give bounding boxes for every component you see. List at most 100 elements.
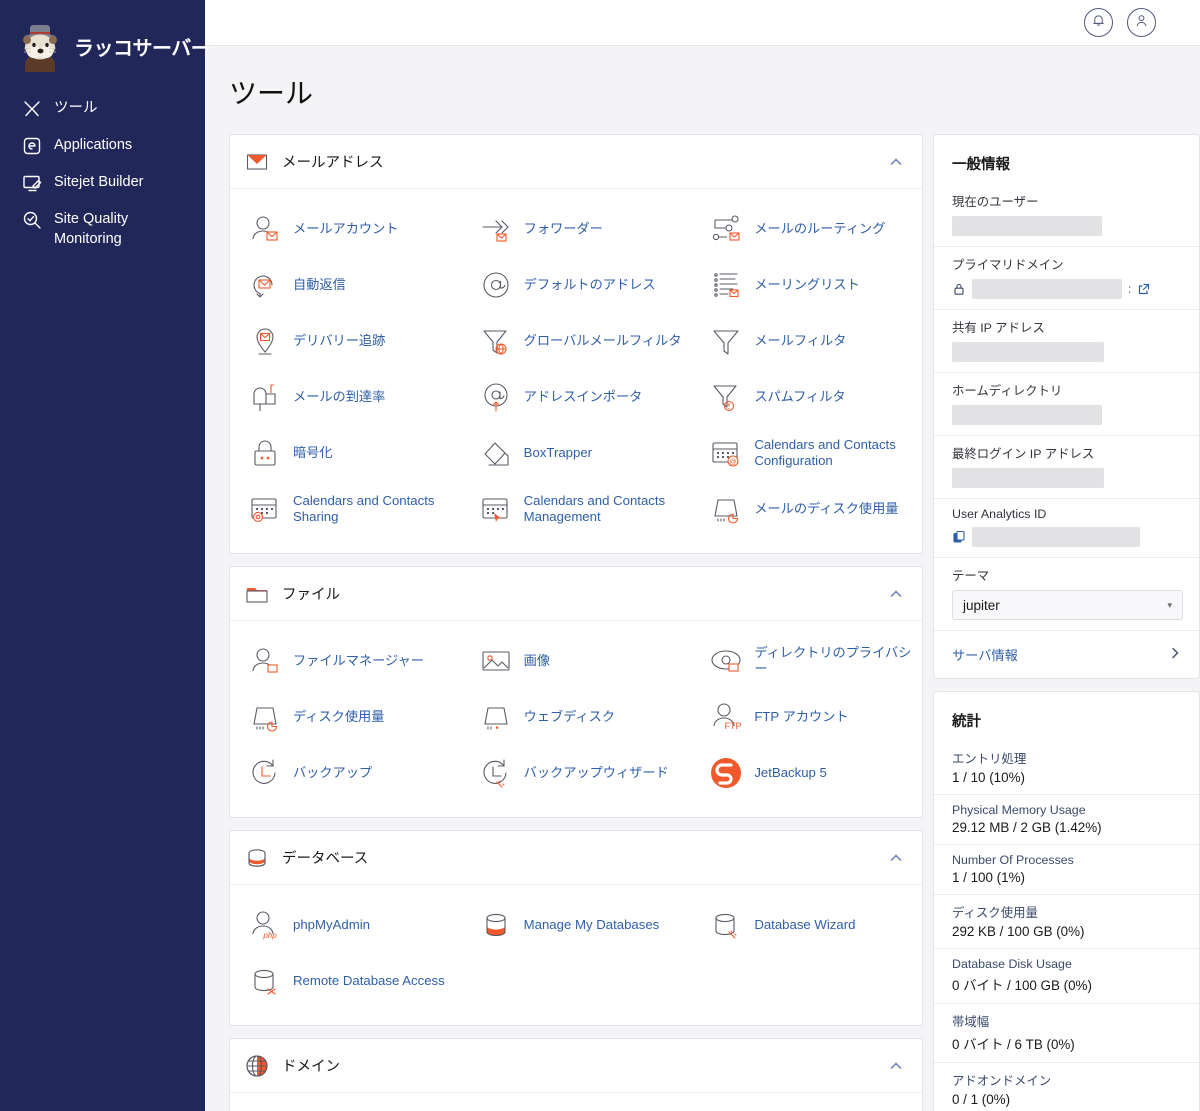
- backup-wizard-icon: [479, 756, 513, 790]
- ftp-accounts-icon: FTP: [709, 700, 743, 734]
- tile-label: バックアップウィザード: [523, 764, 669, 780]
- server-info-link[interactable]: サーバ情報: [934, 630, 1199, 678]
- forwarders-icon: [479, 212, 513, 246]
- tile-backup[interactable]: バックアップ: [230, 745, 461, 801]
- notifications-button[interactable]: [1084, 8, 1113, 37]
- tile-label: phpMyAdmin: [293, 916, 370, 932]
- tile-address-importer[interactable]: アドレスインポータ: [461, 369, 692, 425]
- stat-label: 帯域幅: [952, 1015, 990, 1029]
- tile-database-wizard[interactable]: Database Wizard: [691, 897, 922, 953]
- tile-images[interactable]: 画像: [461, 633, 692, 689]
- section-domains: ドメイン サイ: [229, 1038, 923, 1111]
- info-row-user-analytics-id: User Analytics ID: [934, 498, 1199, 557]
- tile-phpmyadmin[interactable]: php phpMyAdmin: [230, 897, 461, 953]
- tile-autoresponders[interactable]: 自動返信: [230, 257, 461, 313]
- section-title: メールアドレス: [282, 155, 384, 171]
- account-button[interactable]: [1127, 8, 1156, 37]
- tile-email-routing[interactable]: メールのルーティング: [691, 201, 922, 257]
- spam-filters-icon: [709, 380, 743, 414]
- tile-forwarders[interactable]: フォワーダー: [461, 201, 692, 257]
- tile-label: メーリングリスト: [754, 276, 860, 292]
- mailing-lists-icon: [709, 268, 743, 302]
- theme-label: テーマ: [952, 569, 990, 583]
- tile-email-deliverability[interactable]: メールの到達率: [230, 369, 461, 425]
- tile-boxtrapper[interactable]: BoxTrapper: [461, 425, 692, 481]
- sitejet-builder-icon: [22, 173, 42, 193]
- tile-manage-my-databases[interactable]: Manage My Databases: [461, 897, 692, 953]
- server-info-label: サーバ情報: [952, 648, 1018, 663]
- chevron-up-icon[interactable]: [888, 154, 904, 170]
- external-link-icon[interactable]: [1137, 282, 1151, 296]
- tile-label: ウェブディスク: [523, 708, 616, 724]
- mail-account-icon: [248, 212, 282, 246]
- section-domains-header[interactable]: ドメイン: [230, 1039, 922, 1093]
- sidebar-item-applications[interactable]: Applications: [0, 127, 205, 164]
- info-row-last-login-ip: 最終ログイン IP アドレス: [934, 435, 1199, 498]
- tile-dynamic-dns[interactable]: 動的 DNS: [691, 1105, 922, 1111]
- stat-value: 0 バイト / 6 TB (0%): [952, 1037, 1075, 1052]
- section-files: ファイル ファイルマネージャー 画像 ディレクトリのプライバシー ディスク使用量…: [229, 566, 923, 818]
- tile-disk-usage[interactable]: ディスク使用量: [230, 689, 461, 745]
- sidebar-item-sitejet-builder[interactable]: Sitejet Builder: [0, 164, 205, 201]
- page-title: ツール: [229, 78, 314, 109]
- chevron-up-icon[interactable]: [888, 586, 904, 602]
- tile-label: ディスク使用量: [293, 708, 385, 724]
- tile-label: 画像: [523, 652, 551, 668]
- theme-select[interactable]: jupiter ▾: [952, 590, 1183, 620]
- stat-label: アドオンドメイン: [952, 1074, 1052, 1088]
- tile-site-publisher[interactable]: サイト発行者: [230, 1105, 461, 1111]
- tile-file-manager[interactable]: ファイルマネージャー: [230, 633, 461, 689]
- tile-backup-wizard[interactable]: バックアップウィザード: [461, 745, 692, 801]
- tile-calendars-contacts-configuration[interactable]: @ Calendars and Contacts Configuration: [691, 425, 922, 481]
- copy-icon[interactable]: [952, 530, 966, 544]
- tile-global-email-filters[interactable]: グローバルメールフィルタ: [461, 313, 692, 369]
- user-icon: [1134, 13, 1149, 33]
- section-email-header[interactable]: メールアドレス: [230, 135, 922, 189]
- tile-ftp-accounts[interactable]: FTP FTP アカウント: [691, 689, 922, 745]
- tile-spam-filters[interactable]: スパムフィルタ: [691, 369, 922, 425]
- top-bar: [205, 0, 1200, 46]
- tile-mail-account[interactable]: メールアカウント: [230, 201, 461, 257]
- tile-label: ディレクトリのプライバシー: [754, 644, 912, 676]
- brand-logo[interactable]: ラッコサーバー: [0, 0, 211, 76]
- content-scroll-area: ツール メールアドレス メールアカウント フォワーダー メールのルーティング 自…: [205, 46, 1200, 1111]
- tile-mailing-lists[interactable]: メーリングリスト: [691, 257, 922, 313]
- tile-calendars-contacts-management[interactable]: Calendars and Contacts Management: [461, 481, 692, 537]
- section-databases-header[interactable]: データベース: [230, 831, 922, 885]
- sidebar-item-tools[interactable]: ツール: [0, 90, 205, 127]
- tile-default-address[interactable]: デフォルトのアドレス: [461, 257, 692, 313]
- tile-calendars-contacts-sharing[interactable]: Calendars and Contacts Sharing: [230, 481, 461, 537]
- tile-sitejet-builder[interactable]: Sitejet Builder: [461, 1105, 692, 1111]
- tools-icon: [22, 99, 42, 119]
- tile-email-filters[interactable]: メールフィルタ: [691, 313, 922, 369]
- tile-jetbackup-5[interactable]: JetBackup 5: [691, 745, 922, 801]
- sidebar-item-label: Sitejet Builder: [54, 174, 144, 190]
- sidebar-item-site-quality-monitoring[interactable]: Site Quality Monitoring: [0, 201, 205, 257]
- stat-value: 292 KB / 100 GB (0%): [952, 924, 1085, 939]
- chevron-up-icon[interactable]: [888, 1058, 904, 1074]
- tile-email-disk-usage[interactable]: メールのディスク使用量: [691, 481, 922, 537]
- stat-row-disk-usage: ディスク使用量 292 KB / 100 GB (0%): [934, 894, 1199, 948]
- tile-web-disk[interactable]: ウェブディスク: [461, 689, 692, 745]
- tile-label: フォワーダー: [523, 220, 603, 236]
- tile-label: スパムフィルタ: [754, 388, 846, 404]
- stat-value: 0 バイト / 100 GB (0%): [952, 978, 1092, 993]
- tile-label: バックアップ: [293, 764, 373, 780]
- global-email-filters-icon: [479, 324, 513, 358]
- tile-directory-privacy[interactable]: ディレクトリのプライバシー: [691, 633, 922, 689]
- svg-text:FTP: FTP: [725, 721, 742, 731]
- domain-suffix: :: [1128, 282, 1132, 296]
- tile-remote-database-access[interactable]: Remote Database Access: [230, 953, 461, 1009]
- sidebar-item-label: Applications: [54, 137, 133, 153]
- sidebar: ラッコサーバー ツール Applications Sitejet Builder…: [0, 0, 211, 1111]
- file-manager-icon: [248, 644, 282, 678]
- default-address-icon: [479, 268, 513, 302]
- database-icon: [244, 845, 270, 871]
- tile-track-delivery[interactable]: デリバリー追跡: [230, 313, 461, 369]
- chevron-up-icon[interactable]: [888, 850, 904, 866]
- section-files-header[interactable]: ファイル: [230, 567, 922, 621]
- otter-mascot-icon: [16, 20, 66, 72]
- general-info-title: 一般情報: [952, 157, 1010, 173]
- tile-encryption[interactable]: 暗号化: [230, 425, 461, 481]
- info-row-theme: テーマ jupiter ▾: [934, 557, 1199, 630]
